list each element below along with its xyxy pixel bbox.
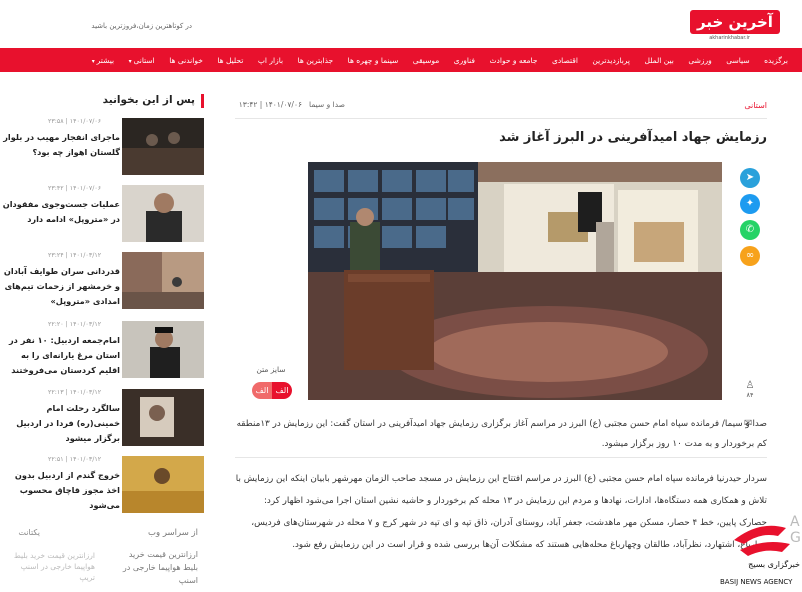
news-title[interactable]: قدردانی سران طوایف آبادان و خرمشهر از زح… bbox=[2, 264, 120, 309]
main-nav: برگزیده سیاسی ورزشی بین الملل پربازدیدتر… bbox=[0, 48, 802, 72]
site-logo[interactable]: آخرین خبر akharinkhabar.ir bbox=[690, 10, 780, 42]
news-thumbnail[interactable] bbox=[122, 118, 204, 175]
news-thumbnail-graphic bbox=[122, 321, 204, 378]
news-date: ۱۴۰۱/۰۷/۰۶ | ۲۳:۴۲ bbox=[48, 185, 102, 192]
article-photo-graphic bbox=[308, 162, 722, 400]
site-header: آخرین خبر akharinkhabar.ir در کوتاهترین … bbox=[0, 0, 802, 46]
news-title[interactable]: سالگرد رحلت امام خمینی(ره) فردا در اردبی… bbox=[2, 401, 120, 446]
news-thumbnail[interactable] bbox=[122, 321, 204, 378]
nav-item-analysis[interactable]: تحلیل ها bbox=[217, 56, 243, 65]
news-thumbnail-graphic bbox=[122, 252, 204, 309]
ad-network-label: یکتانت bbox=[18, 528, 40, 537]
watermark-text-fa: خبرگزاری بسیج bbox=[748, 560, 800, 569]
sidebar-news-item[interactable]: ۱۴۰۱/۰۳/۱۲ | ۲۳:۲۴ قدردانی سران طوایف آب… bbox=[0, 252, 205, 314]
article-date: ۱۴۰۱/۰۷/۰۶ | ۱۳:۴۲ bbox=[238, 100, 302, 109]
news-title[interactable]: عملیات جست‌وجوی مفقودان در «متروپل» ادام… bbox=[2, 197, 120, 227]
article-body: سردار حیدرنیا فرمانده سپاه امام حسن مجتب… bbox=[235, 474, 767, 550]
sidebar-news-item[interactable]: ۱۴۰۱/۰۳/۱۲ | ۲۲:۱۳ سالگرد رحلت امام خمین… bbox=[0, 389, 205, 451]
divider bbox=[235, 118, 767, 119]
sidebar-news-item[interactable]: ۱۴۰۱/۰۳/۱۲ | ۲۲:۵۱ خروج گندم از اردبیل ب… bbox=[0, 456, 205, 518]
whatsapp-share-icon[interactable]: ✆ bbox=[740, 220, 760, 240]
nav-item-featured[interactable]: برگزیده bbox=[764, 56, 788, 65]
article-title: رزمایش جهاد امیدآفرینی در البرز آغاز شد bbox=[499, 130, 767, 145]
news-date: ۱۴۰۱/۰۳/۱۲ | ۲۲:۲۰ bbox=[48, 321, 102, 328]
from-web-heading: از سراسر وب bbox=[148, 528, 198, 538]
heading-accent bbox=[201, 94, 204, 108]
news-title[interactable]: امام‌جمعه اردبیل: ۱۰ نفر در استان مرغ یا… bbox=[2, 333, 120, 378]
twitter-share-icon[interactable]: ✦ bbox=[740, 194, 760, 214]
article-photo bbox=[308, 162, 722, 400]
nav-item-most-viewed[interactable]: پربازدیدترین bbox=[592, 56, 630, 65]
link-share-icon[interactable]: ∞ bbox=[740, 246, 760, 266]
news-date: ۱۴۰۱/۰۷/۰۶ | ۲۳:۵۸ bbox=[48, 118, 102, 125]
article-lead: صدا و سیما/ فرمانده سپاه امام حسن مجتبی … bbox=[236, 419, 767, 449]
nav-item-attractive[interactable]: جذابترین ها bbox=[298, 56, 334, 65]
news-title[interactable]: ماجرای انفجار مهیب در بلوار گلستان اهواز… bbox=[2, 130, 120, 160]
nav-item-music[interactable]: موسیقی bbox=[413, 56, 439, 65]
logo-text: آخرین خبر bbox=[690, 10, 780, 34]
logo-domain: akharinkhabar.ir bbox=[709, 35, 750, 41]
news-thumbnail-graphic bbox=[122, 389, 204, 446]
nav-item-society[interactable]: جامعه و حوادث bbox=[490, 56, 538, 65]
telegram-share-icon[interactable]: ➤ bbox=[740, 168, 760, 188]
news-thumbnail-graphic bbox=[122, 118, 204, 175]
person-icon: ♙ bbox=[745, 380, 755, 391]
nav-item-app-market[interactable]: بازار اپ bbox=[258, 56, 283, 65]
news-thumbnail[interactable] bbox=[122, 252, 204, 309]
nav-item-politics[interactable]: سیاسی bbox=[726, 56, 749, 65]
divider bbox=[235, 457, 767, 458]
from-web-item[interactable]: ارزانترین قیمت خرید بلیط هواپیما خارجی د… bbox=[118, 548, 198, 587]
sidebar-news-item[interactable]: ۱۴۰۱/۰۷/۰۶ | ۲۳:۵۸ ماجرای انفجار مهیب در… bbox=[0, 118, 205, 180]
nav-item-international[interactable]: بین الملل bbox=[645, 56, 674, 65]
watermark-side-letters: A G bbox=[790, 514, 801, 546]
nav-item-cinema[interactable]: سینما و چهره ها bbox=[348, 56, 399, 65]
nav-item-sports[interactable]: ورزشی bbox=[688, 56, 711, 65]
font-size-control: الف الف bbox=[252, 382, 292, 399]
font-size-label: سایز متن bbox=[256, 365, 286, 374]
news-date: ۱۴۰۱/۰۳/۱۲ | ۲۲:۵۱ bbox=[48, 456, 102, 463]
news-date: ۱۴۰۱/۰۳/۱۲ | ۲۲:۱۳ bbox=[48, 389, 102, 396]
font-increase-button[interactable]: الف bbox=[272, 382, 292, 399]
nav-item-technology[interactable]: فناوری bbox=[454, 56, 475, 65]
sidebar-heading: پس از این بخوانید bbox=[0, 90, 205, 112]
sidebar-news-item[interactable]: ۱۴۰۱/۰۷/۰۶ | ۲۳:۴۲ عملیات جست‌وجوی مفقود… bbox=[0, 185, 205, 247]
sidebar-heading-text: پس از این بخوانید bbox=[102, 94, 195, 106]
view-count: ♙ ۸۴ bbox=[742, 380, 758, 399]
watermark-text-en: BASIJ NEWS AGENCY bbox=[720, 578, 793, 586]
ad-item[interactable]: ارزانترین قیمت خرید بلیط هواپیما خارجی د… bbox=[5, 550, 95, 583]
article-agency: صدا و سیما bbox=[309, 100, 345, 109]
nav-item-more[interactable]: بیشتر bbox=[92, 56, 114, 65]
nav-item-economy[interactable]: اقتصادی bbox=[552, 56, 578, 65]
font-decrease-button[interactable]: الف bbox=[252, 382, 272, 399]
news-date: ۱۴۰۱/۰۳/۱۲ | ۲۳:۲۴ bbox=[48, 252, 102, 259]
news-thumbnail[interactable] bbox=[122, 389, 204, 446]
nav-item-readables[interactable]: خواندنی ها bbox=[169, 56, 203, 65]
view-count-number: ۸۴ bbox=[746, 391, 754, 399]
news-thumbnail[interactable] bbox=[122, 456, 204, 513]
news-thumbnail-graphic bbox=[122, 185, 204, 242]
news-thumbnail[interactable] bbox=[122, 185, 204, 242]
news-thumbnail-graphic bbox=[122, 456, 204, 513]
sidebar-news-item[interactable]: ۱۴۰۱/۰۳/۱۲ | ۲۲:۲۰ امام‌جمعه اردبیل: ۱۰ … bbox=[0, 321, 205, 383]
news-title[interactable]: خروج گندم از اردبیل بدون اخذ مجوز قاچاق … bbox=[2, 468, 120, 513]
site-tagline: در کوتاهترین زمان،فروزترین باشید bbox=[91, 22, 192, 30]
nav-item-provincial[interactable]: استانی bbox=[129, 56, 155, 65]
